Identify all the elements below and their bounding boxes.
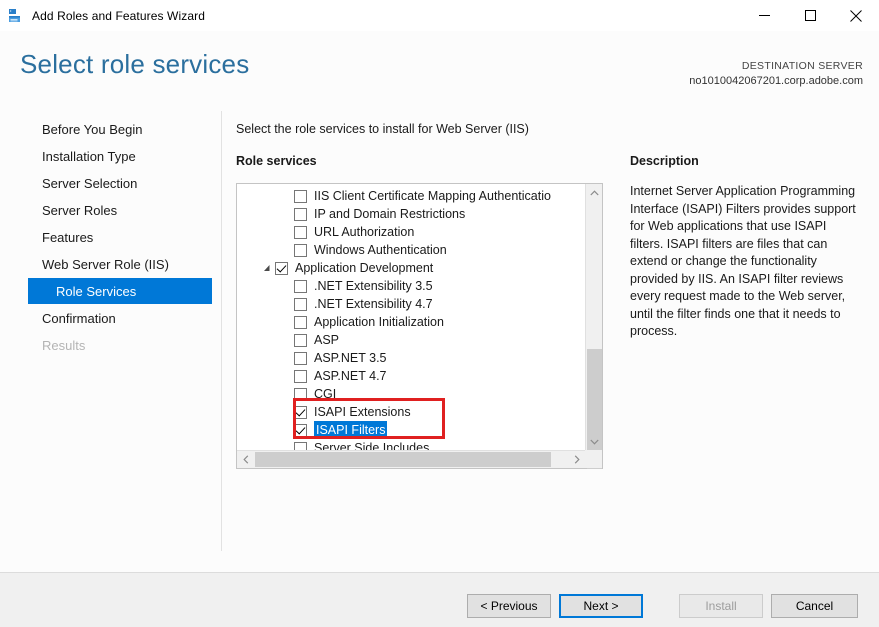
tree-row[interactable]: URL Authorization	[237, 223, 585, 241]
tree-row[interactable]: Server Side Includes	[237, 439, 585, 450]
chevron-down-icon[interactable]	[586, 433, 602, 450]
checkbox[interactable]	[294, 280, 307, 293]
tree-row-label: IP and Domain Restrictions	[314, 205, 465, 223]
cancel-button[interactable]: Cancel	[771, 594, 858, 618]
content-area: Before You Begin Installation Type Server …	[0, 111, 879, 572]
tree-row-label: ASP.NET 3.5	[314, 349, 387, 367]
sidebar-item-label: Features	[42, 230, 93, 245]
tree-row-label: Application Initialization	[314, 313, 444, 331]
checkbox[interactable]	[294, 244, 307, 257]
tree-row-label: ISAPI Extensions	[314, 403, 411, 421]
tree-row[interactable]: .NET Extensibility 4.7	[237, 295, 585, 313]
tree-row-label: .NET Extensibility 4.7	[314, 295, 433, 313]
checkbox[interactable]	[294, 226, 307, 239]
instruction-text: Select the role services to install for …	[236, 122, 529, 136]
checkbox[interactable]	[294, 190, 307, 203]
page-header: Select role services DESTINATION SERVER …	[0, 31, 879, 111]
tree-row[interactable]: ISAPI Extensions	[237, 403, 585, 421]
chevron-left-icon[interactable]	[237, 451, 254, 468]
checkbox[interactable]	[294, 352, 307, 365]
checkbox[interactable]	[294, 316, 307, 329]
tree-row-label: ASP	[314, 331, 339, 349]
checkbox[interactable]	[275, 262, 288, 275]
vertical-scrollbar[interactable]	[585, 184, 602, 450]
checkbox[interactable]	[294, 334, 307, 347]
tree-row[interactable]: ASP	[237, 331, 585, 349]
sidebar-item-before-you-begin[interactable]: Before You Begin	[28, 116, 212, 142]
tree-row[interactable]: IIS Client Certificate Mapping Authentic…	[237, 187, 585, 205]
previous-button[interactable]: < Previous	[467, 594, 551, 618]
tree-row-label: Application Development	[295, 259, 433, 277]
tree-row[interactable]: Application Development	[237, 259, 585, 277]
sidebar-item-role-services[interactable]: Role Services	[28, 278, 212, 304]
sidebar-item-confirmation[interactable]: Confirmation	[28, 305, 212, 331]
role-services-listbox[interactable]: IIS Client Certificate Mapping Authentic…	[236, 183, 603, 469]
tree-row-label: Server Side Includes	[314, 439, 429, 450]
checkbox[interactable]	[294, 298, 307, 311]
tree-row[interactable]: ISAPI Filters	[237, 421, 585, 439]
footer-bar: < Previous Next > Install Cancel	[0, 572, 879, 627]
expander-collapse-icon[interactable]	[259, 264, 275, 272]
chevron-up-icon[interactable]	[586, 184, 602, 201]
sidebar-item-label: Confirmation	[42, 311, 116, 326]
install-button: Install	[679, 594, 763, 618]
destination-server-label: DESTINATION SERVER	[689, 59, 863, 74]
chevron-right-icon[interactable]	[568, 451, 585, 468]
tree-row-label: ASP.NET 4.7	[314, 367, 387, 385]
destination-server-value: no1010042067201.corp.adobe.com	[689, 74, 863, 89]
sidebar-item-web-server-role-iis[interactable]: Web Server Role (IIS)	[28, 251, 212, 277]
sidebar-item-server-roles[interactable]: Server Roles	[28, 197, 212, 223]
sidebar-item-installation-type[interactable]: Installation Type	[28, 143, 212, 169]
server-wizard-icon	[8, 8, 24, 24]
role-services-viewport: IIS Client Certificate Mapping Authentic…	[237, 184, 585, 450]
sidebar-item-results: Results	[28, 332, 212, 358]
description-body: Internet Server Application Programming …	[630, 183, 863, 341]
sidebar-item-label: Web Server Role (IIS)	[42, 257, 169, 272]
page-title: Select role services	[20, 49, 249, 80]
horizontal-scrollbar-thumb[interactable]	[255, 452, 551, 467]
checkbox[interactable]	[294, 424, 307, 437]
sidebar-item-server-selection[interactable]: Server Selection	[28, 170, 212, 196]
destination-server-block: DESTINATION SERVER no1010042067201.corp.…	[689, 59, 863, 89]
checkbox[interactable]	[294, 208, 307, 221]
tree-row[interactable]: CGI	[237, 385, 585, 403]
sidebar-item-label: Results	[42, 338, 85, 353]
sidebar-item-label: Server Roles	[42, 203, 117, 218]
main-panel: Select the role services to install for …	[222, 111, 879, 572]
tree-row[interactable]: .NET Extensibility 3.5	[237, 277, 585, 295]
checkbox[interactable]	[294, 388, 307, 401]
tree-row-label: URL Authorization	[314, 223, 414, 241]
horizontal-scrollbar[interactable]	[237, 450, 585, 468]
checkbox[interactable]	[294, 406, 307, 419]
next-button[interactable]: Next >	[559, 594, 643, 618]
wizard-nav-sidebar: Before You Begin Installation Type Server …	[0, 111, 222, 572]
role-services-label: Role services	[236, 154, 317, 168]
tree-row[interactable]: Windows Authentication	[237, 241, 585, 259]
maximize-icon[interactable]	[787, 0, 833, 31]
window-title: Add Roles and Features Wizard	[32, 9, 205, 23]
tree-row-label: .NET Extensibility 3.5	[314, 277, 433, 295]
checkbox[interactable]	[294, 370, 307, 383]
tree-row-label: ISAPI Filters	[314, 421, 387, 439]
sidebar-item-label: Installation Type	[42, 149, 136, 164]
sidebar-item-label: Role Services	[56, 284, 136, 299]
close-icon[interactable]	[833, 0, 879, 31]
scrollbar-corner	[585, 450, 602, 468]
title-bar: Add Roles and Features Wizard	[0, 0, 879, 31]
tree-row[interactable]: ASP.NET 4.7	[237, 367, 585, 385]
tree-row-label: Windows Authentication	[314, 241, 447, 259]
minimize-icon[interactable]	[741, 0, 787, 31]
tree-row[interactable]: IP and Domain Restrictions	[237, 205, 585, 223]
sidebar-item-label: Before You Begin	[42, 122, 142, 137]
description-title: Description	[630, 154, 699, 168]
window-controls	[741, 0, 879, 31]
tree-row-label: IIS Client Certificate Mapping Authentic…	[314, 187, 551, 205]
tree-row[interactable]: ASP.NET 3.5	[237, 349, 585, 367]
sidebar-item-label: Server Selection	[42, 176, 137, 191]
sidebar-item-features[interactable]: Features	[28, 224, 212, 250]
tree-row-label: CGI	[314, 385, 336, 403]
tree-row[interactable]: Application Initialization	[237, 313, 585, 331]
checkbox[interactable]	[294, 442, 307, 451]
